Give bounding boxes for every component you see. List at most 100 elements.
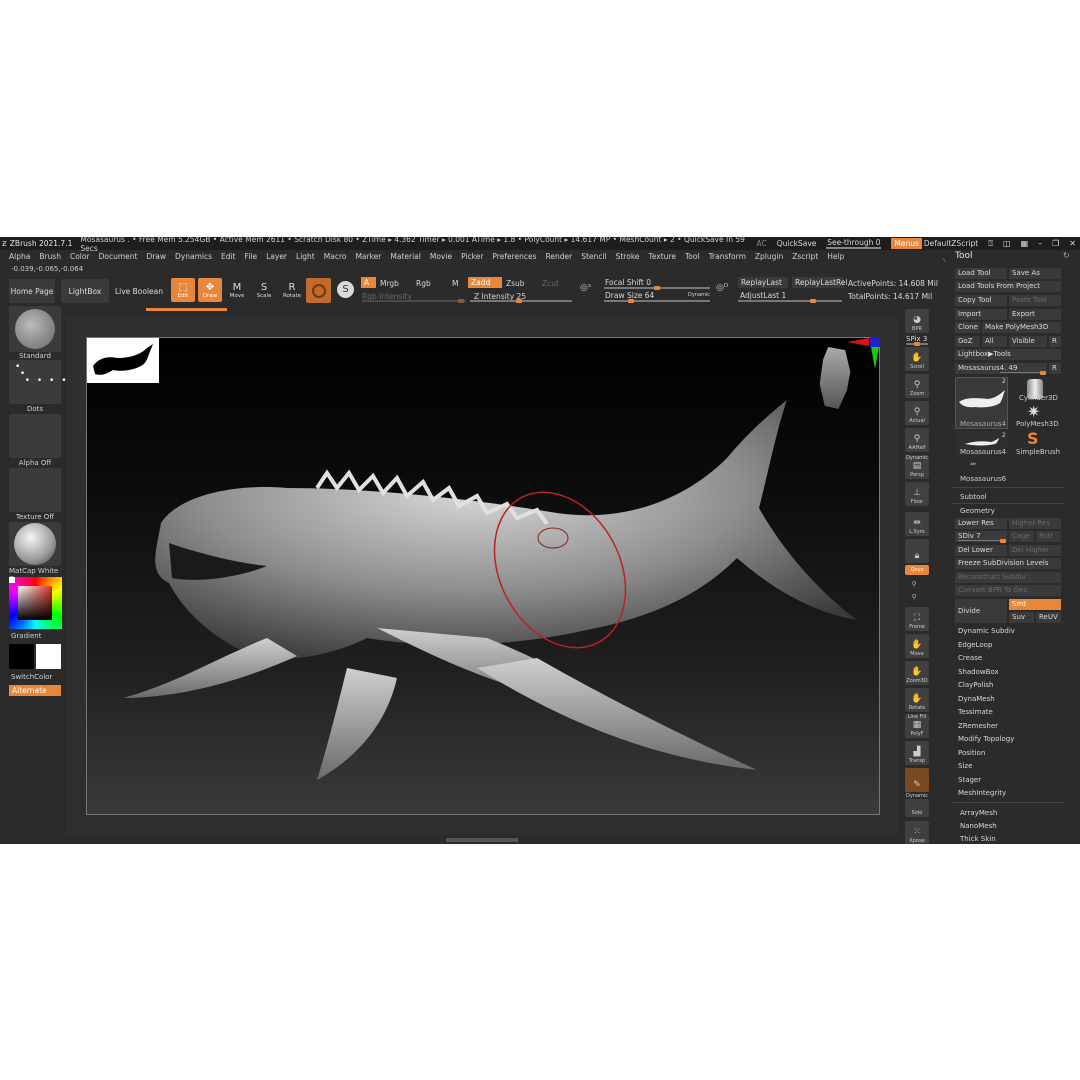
geometry-item-position[interactable]: Position xyxy=(958,749,985,757)
bpr-button[interactable]: ◕ BPR xyxy=(905,309,929,333)
tile-icon[interactable]: ◫ xyxy=(1003,239,1011,248)
live-boolean-button[interactable]: Live Boolean xyxy=(114,279,164,303)
menu-marker[interactable]: Marker xyxy=(355,252,381,261)
goz-all-button[interactable]: All xyxy=(982,336,1007,347)
clone-button[interactable]: Clone xyxy=(955,322,980,333)
export-button[interactable]: Export xyxy=(1009,309,1061,320)
rotate-z-icon[interactable]: ǫ xyxy=(912,592,916,600)
menu-brush[interactable]: Brush xyxy=(39,252,61,261)
mosasaurus-model[interactable] xyxy=(87,338,881,816)
lightbox-tools-button[interactable]: Lightbox▶Tools xyxy=(955,349,1061,360)
subtool-section[interactable]: Subtool xyxy=(960,493,987,501)
reconstruct-subdiv-button[interactable]: Reconstruct Subdiv xyxy=(955,572,1061,583)
secondary-color[interactable] xyxy=(36,644,61,669)
zoom-button[interactable]: ⚲ Zoom xyxy=(905,374,929,398)
texture-selector[interactable] xyxy=(9,468,61,512)
smt-toggle[interactable]: Smt xyxy=(1009,599,1061,610)
menu-zplugin[interactable]: Zplugin xyxy=(755,252,783,261)
palette-icon[interactable]: ▦ xyxy=(1021,239,1029,248)
lock-button[interactable]: 🔒︎ xyxy=(905,539,929,563)
higher-res-button[interactable]: Higher Res xyxy=(1009,518,1061,529)
menu-alpha[interactable]: Alpha xyxy=(9,252,30,261)
current-tool-r-button[interactable]: R xyxy=(1049,363,1061,374)
polymesh3d-icon[interactable]: ✷ xyxy=(1027,404,1040,420)
focal-shift-slider[interactable]: Focal Shift 0 xyxy=(605,278,651,287)
nanomesh-section[interactable]: NanoMesh xyxy=(960,822,997,830)
a-toggle[interactable]: A xyxy=(361,277,376,288)
menu-light[interactable]: Light xyxy=(296,252,315,261)
rgb-toggle[interactable]: Rgb xyxy=(416,279,431,288)
menu-tool[interactable]: Tool xyxy=(685,252,700,261)
rotate-y-icon[interactable]: ǫ xyxy=(912,579,916,587)
xpose-button[interactable]: ⁙ Xpose xyxy=(905,821,929,844)
menu-file[interactable]: File xyxy=(245,252,258,261)
geometry-item-modify-topology[interactable]: Modify Topology xyxy=(958,735,1014,743)
help-icon[interactable]: ⍰ xyxy=(988,239,993,249)
aahalf-button[interactable]: ⚲ AAHalf xyxy=(905,428,929,452)
geometry-item-dynamic-subdiv[interactable]: Dynamic Subdiv xyxy=(958,627,1015,635)
maximize-icon[interactable]: ❐ xyxy=(1052,239,1059,248)
tool-palette-title[interactable]: Tool xyxy=(955,251,972,261)
close-icon[interactable]: ✕ xyxy=(1069,239,1076,248)
geometry-item-size[interactable]: Size xyxy=(958,762,972,770)
sphere-stroke-icon[interactable]: S xyxy=(337,281,354,298)
geometry-item-edgeloop[interactable]: EdgeLoop xyxy=(958,641,992,649)
brush-selector[interactable] xyxy=(9,306,61,352)
load-tool-button[interactable]: Load Tool xyxy=(955,268,1007,279)
alpha-selector[interactable] xyxy=(9,414,61,458)
menu-layer[interactable]: Layer xyxy=(266,252,287,261)
frame-button[interactable]: ⛶ Frame xyxy=(905,607,929,631)
alternate-button[interactable]: Alternate xyxy=(9,685,61,696)
zsub-toggle[interactable]: Zsub xyxy=(506,279,525,288)
color-picker[interactable] xyxy=(9,577,62,629)
geometry-item-tessimate[interactable]: Tessimate xyxy=(958,708,993,716)
menu-stencil[interactable]: Stencil xyxy=(581,252,606,261)
freeze-subdivision-button[interactable]: Freeze SubDivision Levels xyxy=(955,558,1061,569)
menus-button[interactable]: Menus xyxy=(891,238,922,249)
convert-bpr-button[interactable]: Convert BPR To Geo xyxy=(955,585,1061,596)
lower-res-button[interactable]: Lower Res xyxy=(955,518,1007,529)
thick-skin-section[interactable]: Thick Skin xyxy=(960,835,996,843)
reuv-button[interactable]: ReUV xyxy=(1036,612,1061,623)
edit-button[interactable]: ⬚ Edit xyxy=(171,278,195,302)
material-selector[interactable] xyxy=(9,522,61,566)
copy-tool-button[interactable]: Copy Tool xyxy=(955,295,1007,306)
mosasaurus6-icon[interactable]: 𝓂 xyxy=(970,459,992,471)
menu-transform[interactable]: Transform xyxy=(709,252,746,261)
seethrough-slider[interactable]: See-through 0 xyxy=(826,238,882,249)
load-tools-from-project-button[interactable]: Load Tools From Project xyxy=(955,281,1061,292)
menu-picker[interactable]: Picker xyxy=(461,252,483,261)
move-view-button[interactable]: ✋ Move xyxy=(905,634,929,658)
simplebrush-icon[interactable]: S xyxy=(1027,430,1039,447)
menu-help[interactable]: Help xyxy=(827,252,844,261)
switchcolor-button[interactable]: SwitchColor xyxy=(11,673,63,681)
refresh-icon[interactable]: ↻ xyxy=(1063,251,1070,260)
rotate-view-button[interactable]: ✋ Rotate xyxy=(905,688,929,712)
menu-document[interactable]: Document xyxy=(99,252,138,261)
divide-button[interactable]: Divide xyxy=(955,599,1007,623)
geometry-item-shadowbox[interactable]: ShadowBox xyxy=(958,668,999,676)
bottom-tray-handle[interactable] xyxy=(446,838,518,842)
menu-zscript[interactable]: Zscript xyxy=(792,252,818,261)
menu-stroke[interactable]: Stroke xyxy=(616,252,640,261)
document-canvas[interactable] xyxy=(86,337,880,815)
dynamic-toggle[interactable]: Dynamic xyxy=(688,292,710,298)
geometry-item-stager[interactable]: Stager xyxy=(958,776,981,784)
geometry-section[interactable]: Geometry xyxy=(960,507,995,515)
make-polymesh3d-button[interactable]: Make PolyMesh3D xyxy=(982,322,1061,333)
menu-movie[interactable]: Movie xyxy=(430,252,452,261)
goz-r-button[interactable]: R xyxy=(1049,336,1061,347)
lsym-button[interactable]: ⇹ L.Sym xyxy=(905,512,929,536)
rstr-button[interactable]: Rstr xyxy=(1036,531,1061,542)
import-button[interactable]: Import xyxy=(955,309,1007,320)
minimize-icon[interactable]: – xyxy=(1038,239,1042,248)
color-square[interactable] xyxy=(18,586,52,620)
move-button[interactable]: M Move xyxy=(225,278,249,302)
zcut-toggle[interactable]: Zcut xyxy=(542,279,559,288)
ac-label[interactable]: AC xyxy=(757,239,767,248)
persp-button[interactable]: Dynamic ▤ Persp xyxy=(905,455,929,479)
default-zscript-button[interactable]: DefaultZScript xyxy=(924,239,978,248)
replay-last-button[interactable]: ReplayLast xyxy=(738,277,788,288)
menu-render[interactable]: Render xyxy=(546,252,573,261)
primary-color[interactable] xyxy=(9,644,34,669)
